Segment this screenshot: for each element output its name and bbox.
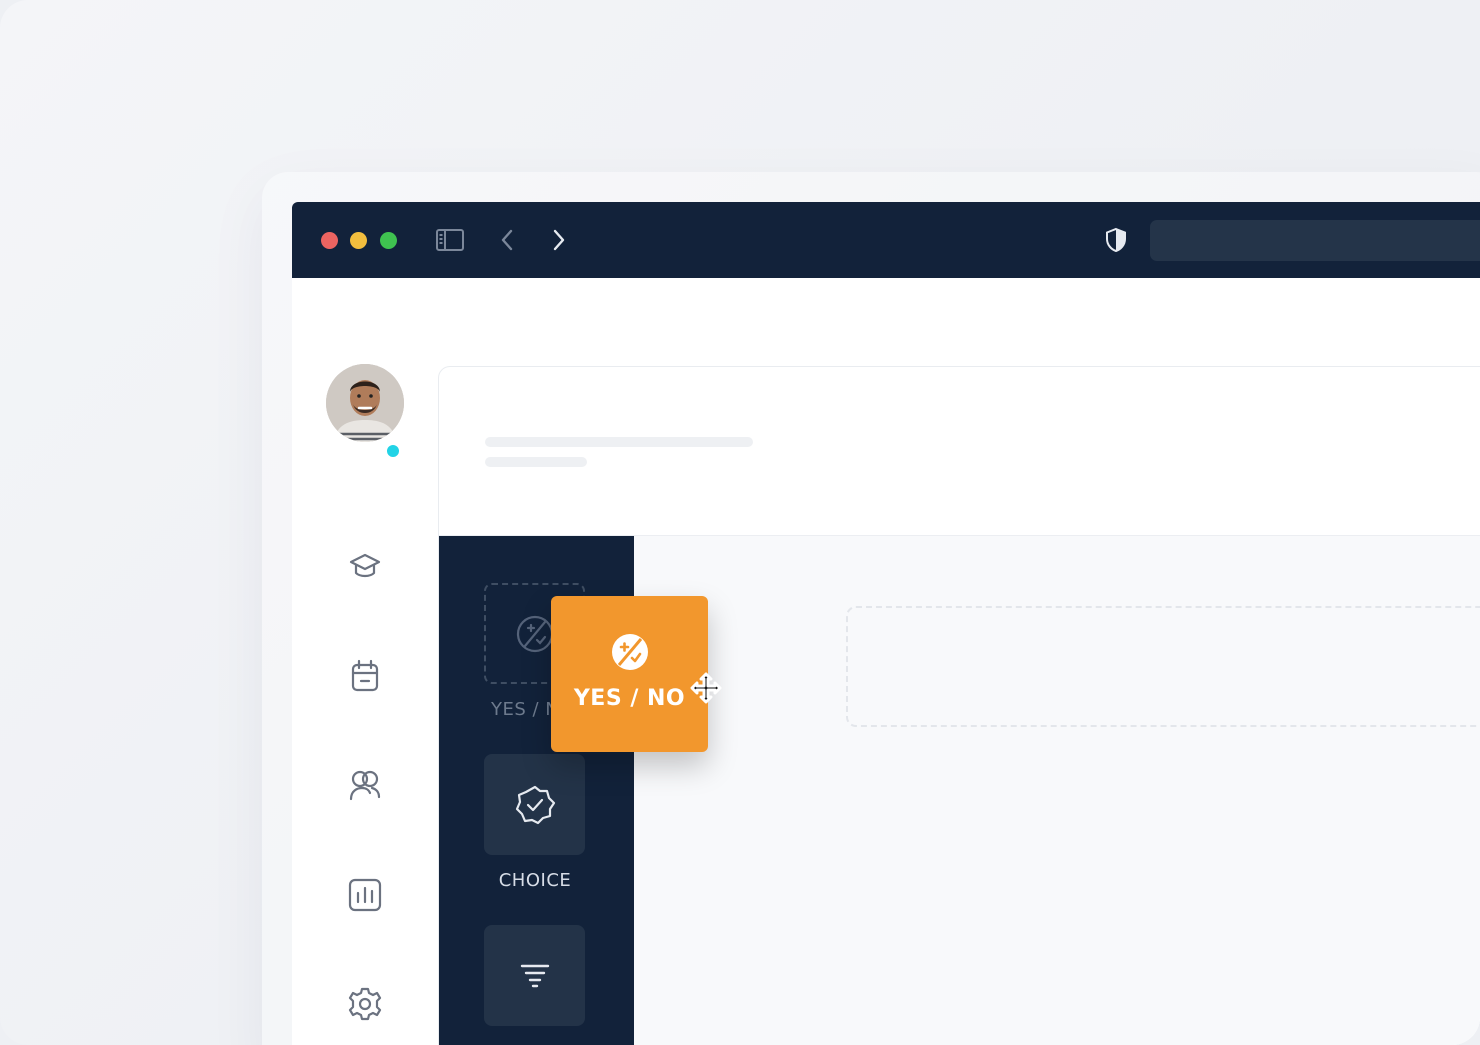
background-canvas: YES / N CHOICE YES / NO [0,0,1480,1045]
forward-arrow-icon[interactable] [548,226,570,254]
app-sidebar [292,278,438,1045]
tool-filter[interactable] [484,925,585,1026]
maximize-window-button[interactable] [380,232,397,249]
dragging-tile-label: YES / NO [573,686,686,711]
form-builder-canvas [634,536,1480,1045]
subtitle-skeleton [485,457,587,467]
dragging-yes-no-tile[interactable]: YES / NO [551,596,708,752]
shield-icon[interactable] [1104,226,1128,254]
tool-choice-label: CHOICE [498,870,572,891]
drop-zone[interactable] [846,606,1480,727]
sidebar-toggle-icon[interactable] [434,226,466,254]
gear-icon[interactable] [348,987,382,1021]
close-window-button[interactable] [321,232,338,249]
users-icon[interactable] [348,768,382,802]
online-status-indicator [384,442,402,460]
tool-choice[interactable] [484,754,585,855]
back-arrow-icon[interactable] [496,226,518,254]
address-bar[interactable] [1150,220,1480,261]
calendar-icon[interactable] [348,659,382,693]
yes-no-icon [611,634,648,670]
move-cursor-icon [690,672,722,704]
browser-titlebar [292,202,1480,278]
avatar[interactable] [326,364,404,442]
browser-window: YES / N CHOICE [292,202,1480,1045]
minimize-window-button[interactable] [350,232,367,249]
graduation-cap-icon[interactable] [348,550,382,584]
filter-lines-icon [520,964,549,987]
title-skeleton [485,437,753,447]
bar-chart-icon[interactable] [348,878,382,912]
badge-check-icon [515,785,555,824]
